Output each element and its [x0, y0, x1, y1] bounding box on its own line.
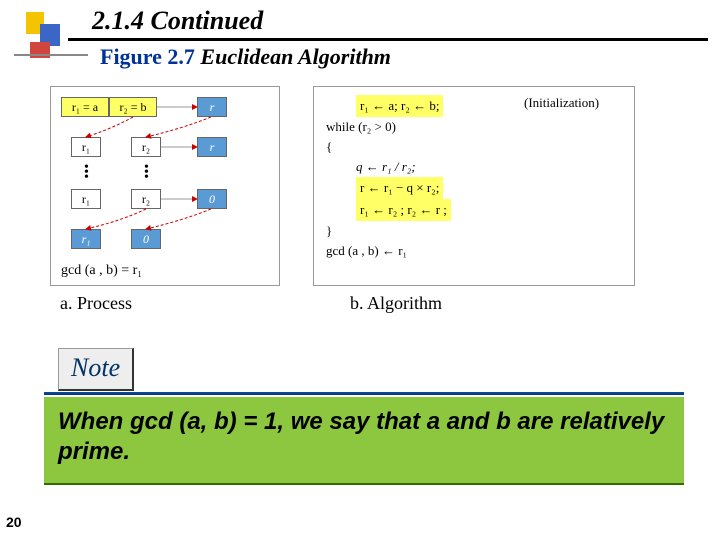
figure-body: r₁ = a r₂ = b r r₁ r₂ r ••• ••• r₁ r₂ 0 …: [50, 80, 670, 320]
code-gcd: gcd (a , b) ← r₁: [326, 241, 451, 261]
note-box: Note: [58, 348, 134, 391]
pseudocode: r₁ ← a; r₂ ← b; while (r₂ > 0) { q ← r₁ …: [326, 95, 451, 261]
section-heading: 2.1.4 Continued: [92, 6, 263, 36]
figure-name: Euclidean Algorithm: [200, 44, 391, 69]
blue-separator: [44, 392, 684, 395]
caption-process: a. Process: [60, 293, 132, 314]
panel-process: r₁ = a r₂ = b r r₁ r₂ r ••• ••• r₁ r₂ 0 …: [50, 86, 280, 286]
code-init: r₁ ← a; r₂ ← b;: [356, 95, 443, 117]
code-swap: r₁ ← r₂ ; r₂ ← r ;: [356, 199, 451, 221]
code-while: while (r₂ > 0): [326, 117, 451, 137]
slide: 2.1.4 Continued Figure 2.7 Euclidean Alg…: [0, 0, 720, 540]
process-arrows: [51, 87, 281, 287]
figure-title: Figure 2.7 Euclidean Algorithm: [100, 44, 391, 70]
title-underline: [68, 38, 708, 41]
title-midline: [14, 54, 88, 56]
corner-logo-icon: [26, 12, 60, 58]
caption-algorithm: b. Algorithm: [350, 293, 442, 314]
panel-algorithm: r₁ ← a; r₂ ← b; while (r₂ > 0) { q ← r₁ …: [313, 86, 635, 286]
code-q: q ← r₁ / r₂;: [356, 157, 451, 177]
gcd-result: gcd (a , b) = r₁: [61, 263, 142, 279]
code-r: r ← r₁ − q × r₂;: [356, 177, 443, 199]
figure-label: Figure 2.7: [100, 44, 195, 69]
statement-text: When gcd (a, b) = 1, we say that a and b…: [58, 407, 670, 467]
highlight-block: When gcd (a, b) = 1, we say that a and b…: [44, 397, 684, 485]
page-number: 20: [6, 514, 22, 530]
init-label: (Initialization): [524, 95, 599, 111]
code-open: {: [326, 137, 451, 157]
code-close: }: [326, 221, 451, 241]
